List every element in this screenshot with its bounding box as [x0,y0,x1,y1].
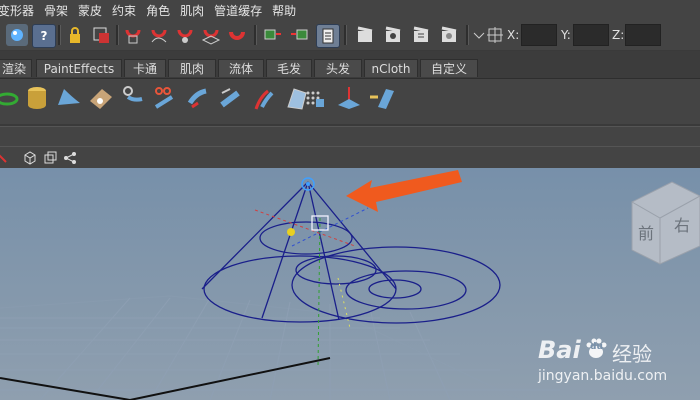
layers-icon[interactable] [42,150,58,166]
axis-line [129,357,331,400]
scissors-icon[interactable] [150,83,180,113]
viewport[interactable]: 前 右 Bai du 经验 jingyan.baidu.com [0,168,700,400]
toolbar-divider [254,25,257,45]
snap-curve-icon[interactable] [148,24,170,46]
watermark-brand: Bai [538,336,581,364]
snap-grid-icon[interactable] [122,24,144,46]
tab-fluids[interactable]: 流体 [218,59,264,77]
cone-light [201,181,501,324]
lock-icon[interactable] [64,24,86,46]
y-axis-line [317,217,321,369]
watermark-url: jingyan.baidu.com [538,368,668,384]
cylinder-icon[interactable] [22,83,52,113]
cube-icon[interactable] [22,150,38,166]
tab-custom[interactable]: 自定义 [420,59,478,77]
constraint-surface-icon[interactable] [366,83,396,113]
divider [0,124,700,127]
plane-surface-icon[interactable] [54,83,84,113]
tab-muscle[interactable]: 肌肉 [168,59,216,77]
ring-icon[interactable] [0,83,22,113]
shelf-tabs: 渲染 PaintEffects 卡通 肌肉 流体 毛发 头发 nCloth 自定… [0,58,700,78]
menu-bar: 变形器 骨架 蒙皮 约束 角色 肌肉 管道缓存 帮助 [0,0,700,20]
view-cube-right-label[interactable]: 右 [674,212,690,236]
axis-line [0,377,131,400]
menu-muscle[interactable]: 肌肉 [180,2,214,19]
muscle-skin-icon[interactable] [216,83,246,113]
light-handle [287,228,295,236]
fluid-emitter-icon[interactable] [334,83,364,113]
output-history-icon[interactable] [288,24,310,46]
ground-grid [0,295,560,400]
watermark-paw-text: du [590,342,603,352]
input-history-icon[interactable] [262,24,284,46]
toolbar-divider [344,25,347,45]
dot-grid-icon[interactable] [300,83,330,113]
paint-surface-icon[interactable] [86,83,116,113]
menu-skeleton[interactable]: 骨架 [44,2,78,19]
panel-toolbar [0,146,700,169]
select-tool-icon[interactable] [6,24,28,46]
share-nodes-icon[interactable] [62,150,78,166]
watermark-cn: 经验 [612,342,652,366]
transform-mode-icon[interactable] [484,24,506,46]
render-settings-icon[interactable] [410,24,432,46]
menu-pipeline-cache[interactable]: 管道缓存 [214,2,272,19]
x-label: X: [507,28,520,42]
highlight-selection-icon[interactable] [90,24,112,46]
select-mode-icon[interactable] [0,150,10,166]
snap-plane-icon[interactable] [200,24,222,46]
hypershade-icon[interactable] [438,24,460,46]
y-field[interactable] [573,24,609,46]
toolbar-gap [0,51,700,58]
viewport-scene [0,170,700,400]
menu-constrain[interactable]: 约束 [112,2,146,19]
construction-history-icon[interactable] [316,24,340,48]
paint-stroke-icon[interactable] [248,83,278,113]
snap-point-icon[interactable] [174,24,196,46]
shelf-gap [0,119,700,146]
tab-toon[interactable]: 卡通 [124,59,166,77]
status-line: ? X: Y: Z: [0,20,700,51]
toolbar-divider [116,25,119,45]
toon-outline-icon[interactable] [118,83,148,113]
y-label: Y: [561,28,571,42]
z-label: Z: [612,28,625,42]
toolbar-divider [58,25,61,45]
tab-ncloth[interactable]: nCloth [364,59,418,77]
help-button[interactable]: ? [32,24,56,48]
tab-fur[interactable]: 毛发 [266,59,312,77]
tab-hair[interactable]: 头发 [314,59,362,77]
menu-skin[interactable]: 蒙皮 [78,2,112,19]
menu-deformers[interactable]: 变形器 [0,2,44,19]
annotation-arrow [346,170,462,212]
muscle-curve-icon[interactable] [184,83,214,113]
menu-help[interactable]: 帮助 [272,2,306,19]
menu-character[interactable]: 角色 [146,2,180,19]
tab-render[interactable]: 渲染 [0,59,32,77]
z-field[interactable] [625,24,661,46]
snap-magnet-icon[interactable] [226,24,248,46]
toolbar-divider [466,25,469,45]
ipr-render-icon[interactable] [382,24,404,46]
view-cube-front-label[interactable]: 前 [638,220,654,244]
x-field[interactable] [521,24,557,46]
render-frame-icon[interactable] [354,24,376,46]
shelf [0,78,700,119]
tab-painteffects[interactable]: PaintEffects [36,59,122,77]
